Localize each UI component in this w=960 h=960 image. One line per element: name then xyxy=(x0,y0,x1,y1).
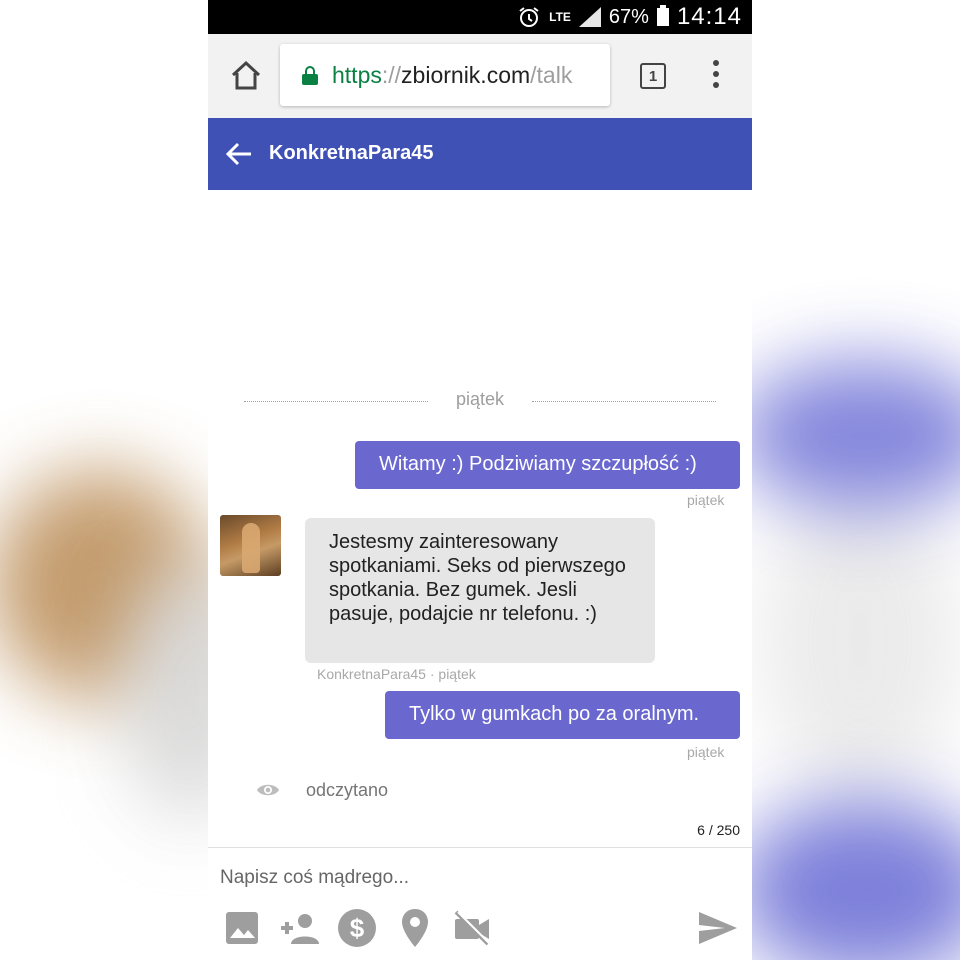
message-text: Jestesmy zainteresowany spotkaniami. Sek… xyxy=(329,531,626,625)
background-blur xyxy=(760,480,960,800)
status-bar: LTE 67% 14:14 xyxy=(208,0,752,34)
tab-switcher-button[interactable]: 1 xyxy=(640,63,666,89)
read-receipt: odczytano xyxy=(256,778,388,802)
home-icon[interactable] xyxy=(228,58,264,94)
chat-header: KonkretnaPara45 xyxy=(208,118,752,190)
message-text: Witamy :) Podziwiamy szczupłość :) xyxy=(379,453,697,475)
address-bar[interactable]: https://zbiornik.com/talk xyxy=(280,44,610,106)
send-icon[interactable] xyxy=(696,908,740,948)
message-text: Tylko w gumkach po za oralnym. xyxy=(409,703,700,725)
alarm-icon xyxy=(517,5,541,29)
conversation-title: KonkretnaPara45 xyxy=(269,142,434,164)
signal-icon xyxy=(578,7,601,27)
day-divider-label: piątek xyxy=(455,389,505,409)
back-arrow-icon[interactable] xyxy=(224,140,254,168)
read-status-text: odczytano xyxy=(306,779,389,800)
url-path: /talk xyxy=(530,61,573,88)
avatar[interactable] xyxy=(220,515,281,576)
message-bubble-incoming[interactable]: Jestesmy zainteresowany spotkaniami. Sek… xyxy=(305,518,655,663)
character-counter: 6 / 250 xyxy=(697,822,740,838)
dollar-icon[interactable]: $ xyxy=(337,908,377,948)
message-meta: KonkretnaPara45 · piątek xyxy=(317,666,476,682)
message-meta: piątek xyxy=(687,492,725,508)
add-person-icon[interactable] xyxy=(278,908,324,948)
message-meta: piątek xyxy=(687,744,725,760)
composer-divider xyxy=(208,847,752,848)
tab-count: 1 xyxy=(648,67,658,85)
lte-label: LTE xyxy=(549,10,571,24)
location-icon[interactable] xyxy=(395,908,435,948)
eye-icon xyxy=(256,778,280,802)
lock-icon xyxy=(302,66,318,85)
message-input[interactable] xyxy=(220,858,700,898)
battery-icon xyxy=(656,5,669,26)
overflow-menu-icon[interactable] xyxy=(712,60,720,92)
background-blur xyxy=(735,800,960,960)
image-icon[interactable] xyxy=(222,908,262,948)
url-scheme: https xyxy=(332,61,382,88)
browser-toolbar: https://zbiornik.com/talk 1 xyxy=(208,34,752,118)
battery-percent: 67% xyxy=(608,5,649,28)
clock: 14:14 xyxy=(676,3,742,30)
url-separator: :// xyxy=(381,61,402,88)
lte-indicator: LTE xyxy=(549,10,571,24)
day-divider: piątek xyxy=(244,388,716,412)
url-text: https://zbiornik.com/talk xyxy=(332,62,572,89)
url-domain: zbiornik.com xyxy=(401,61,531,88)
video-off-icon[interactable] xyxy=(452,908,492,948)
background-blur xyxy=(735,360,960,510)
divider-line xyxy=(532,401,716,402)
message-bubble-outgoing[interactable]: Witamy :) Podziwiamy szczupłość :) xyxy=(355,441,740,489)
svg-text:$: $ xyxy=(350,913,365,943)
phone-screen: LTE 67% 14:14 https://zbiornik.com/talk … xyxy=(208,0,752,960)
message-bubble-outgoing[interactable]: Tylko w gumkach po za oralnym. xyxy=(385,691,740,739)
